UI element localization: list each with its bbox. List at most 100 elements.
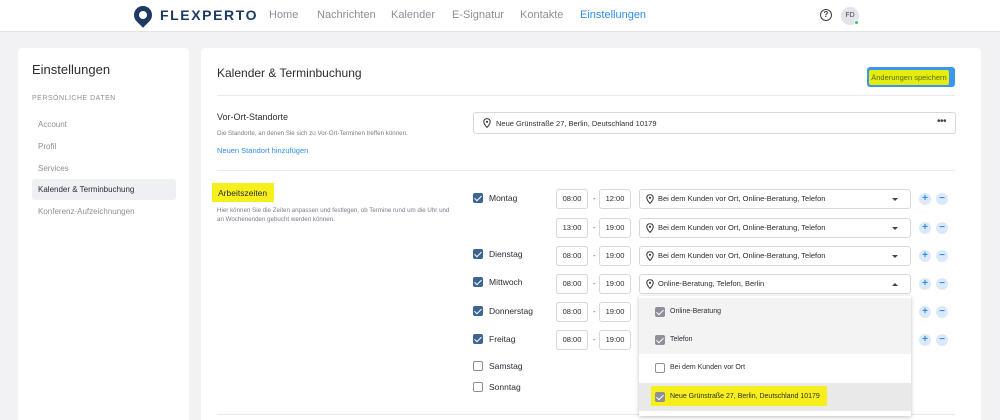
help-icon[interactable]: ? [820,9,832,21]
add-time-button[interactable]: + [919,222,931,234]
checkbox-wednesday[interactable] [473,277,483,287]
sidebar-item-calendar-booking[interactable]: Kalender & Terminbuchung [32,179,176,200]
day-sunday: Sonntag [489,382,521,392]
location-field[interactable]: Neue Grünstraße 27, Berlin, Deutschland … [473,112,956,134]
logo[interactable]: FLEXPERTO [130,2,259,28]
location-select-value: Bei dem Kunden vor Ort, Online-Beratung,… [658,194,826,203]
option-checkbox[interactable] [655,335,665,345]
checkbox-saturday[interactable] [473,361,483,371]
time-separator: - [593,279,596,288]
option-checkbox[interactable] [655,363,665,373]
logo-text: FLEXPERTO [160,7,259,23]
time-separator: - [593,335,596,344]
sidebar-title: Einstellungen [32,62,111,77]
dropdown-option-onsite[interactable]: Bei dem Kunden vor Ort [639,354,911,382]
location-select-value: Bei dem Kunden vor Ort, Online-Beratung,… [658,251,826,260]
location-pin-icon [646,279,654,289]
checkbox-sunday[interactable] [473,382,483,392]
save-button-label[interactable]: Änderungen speichern [869,70,949,85]
time-from-field[interactable]: 08:00 [556,189,588,209]
location-dropdown-menu: Online-Beratung Telefon Bei dem Kunden v… [639,296,911,416]
option-checkbox[interactable] [655,392,665,402]
remove-time-button[interactable]: − [936,334,948,346]
add-location-link[interactable]: Neuen Standort hinzufügen [217,146,308,155]
add-time-button[interactable]: + [919,334,931,346]
time-separator: - [593,223,596,232]
chevron-down-icon [892,255,898,258]
add-time-button[interactable]: + [919,278,931,290]
chevron-up-icon [892,283,898,286]
sidebar-item-services[interactable]: Services [32,158,176,179]
option-checkbox[interactable] [655,307,665,317]
remove-time-button[interactable]: − [936,278,948,290]
working-hours-description: Hier können Sie die Zeiten anpassen und … [217,207,450,223]
sidebar-item-account[interactable]: Account [32,114,176,135]
dropdown-option-online[interactable]: Online-Beratung [639,298,911,326]
location-select[interactable]: Bei dem Kunden vor Ort, Online-Beratung,… [639,246,911,266]
day-saturday: Samstag [489,361,523,371]
nav-calendar[interactable]: Kalender [391,9,435,21]
time-from-field[interactable]: 08:00 [556,330,588,350]
location-select[interactable]: Bei dem Kunden vor Ort, Online-Beratung,… [639,218,911,238]
remove-time-button[interactable]: − [936,193,948,205]
dropdown-option-phone[interactable]: Telefon [639,326,911,354]
location-pin-icon [646,251,654,261]
more-options-icon[interactable]: ••• [937,116,947,127]
time-to-field[interactable]: 19:00 [599,330,631,350]
online-status-dot [854,20,859,25]
working-hours-title: Arbeitszeiten [218,188,268,198]
top-navigation: FLEXPERTO Home Nachrichten Kalender E-Si… [0,0,1000,32]
location-pin-icon [646,194,654,204]
location-pin-icon [483,118,491,128]
time-separator: - [593,251,596,260]
time-to-field[interactable]: 19:00 [599,246,631,266]
sidebar-item-profile[interactable]: Profil [32,136,176,157]
dropdown-option-address[interactable]: Neue Grünstraße 27, Berlin, Deutschland … [639,383,911,411]
chevron-down-icon [892,198,898,201]
remove-time-button[interactable]: − [936,250,948,262]
sidebar-item-conference-recordings[interactable]: Konferenz-Aufzeichnungen [32,201,176,222]
option-label: Telefon [670,336,693,343]
time-to-field[interactable]: 19:00 [599,274,631,294]
locations-title: Vor-Ort-Standorte [217,112,289,122]
time-to-field[interactable]: 12:00 [599,189,631,209]
time-separator: - [593,307,596,316]
checkbox-thursday[interactable] [473,306,483,316]
remove-time-button[interactable]: − [936,222,948,234]
location-select-open[interactable]: Online-Beratung, Telefon, Berlin [639,274,911,294]
time-from-field[interactable]: 08:00 [556,274,588,294]
nav-messages[interactable]: Nachrichten [317,9,376,21]
nav-home[interactable]: Home [269,9,298,21]
checkbox-tuesday[interactable] [473,249,483,259]
option-label: Neue Grünstraße 27, Berlin, Deutschland … [670,393,820,400]
time-to-field[interactable]: 19:00 [599,302,631,322]
nav-esignature[interactable]: E-Signatur [452,9,504,21]
time-from-field[interactable]: 08:00 [556,246,588,266]
day-thursday: Donnerstag [489,306,533,316]
add-time-button[interactable]: + [919,193,931,205]
locations-description: Die Standorte, an denen Sie sich zu Vor-… [217,130,408,137]
nav-settings[interactable]: Einstellungen [580,9,646,21]
logo-pin-icon [130,2,156,28]
main-panel: Kalender & Terminbuchung Änderungen spei… [201,48,981,420]
location-value: Neue Grünstraße 27, Berlin, Deutschland … [496,119,657,128]
location-select[interactable]: Bei dem Kunden vor Ort, Online-Beratung,… [639,189,911,209]
checkbox-friday[interactable] [473,334,483,344]
location-select-value: Bei dem Kunden vor Ort, Online-Beratung,… [658,223,826,232]
day-wednesday: Mittwoch [489,277,523,287]
add-time-button[interactable]: + [919,306,931,318]
page-title: Kalender & Terminbuchung [217,66,362,80]
location-select-value: Online-Beratung, Telefon, Berlin [658,279,765,288]
option-label: Online-Beratung [670,308,721,315]
nav-contacts[interactable]: Kontakte [520,9,563,21]
time-to-field[interactable]: 19:00 [599,218,631,238]
remove-time-button[interactable]: − [936,306,948,318]
add-time-button[interactable]: + [919,250,931,262]
divider [217,170,955,171]
time-from-field[interactable]: 13:00 [556,218,588,238]
chevron-down-icon [892,227,898,230]
time-from-field[interactable]: 08:00 [556,302,588,322]
day-tuesday: Dienstag [489,249,523,259]
checkbox-monday[interactable] [473,193,483,203]
time-separator: - [593,194,596,203]
